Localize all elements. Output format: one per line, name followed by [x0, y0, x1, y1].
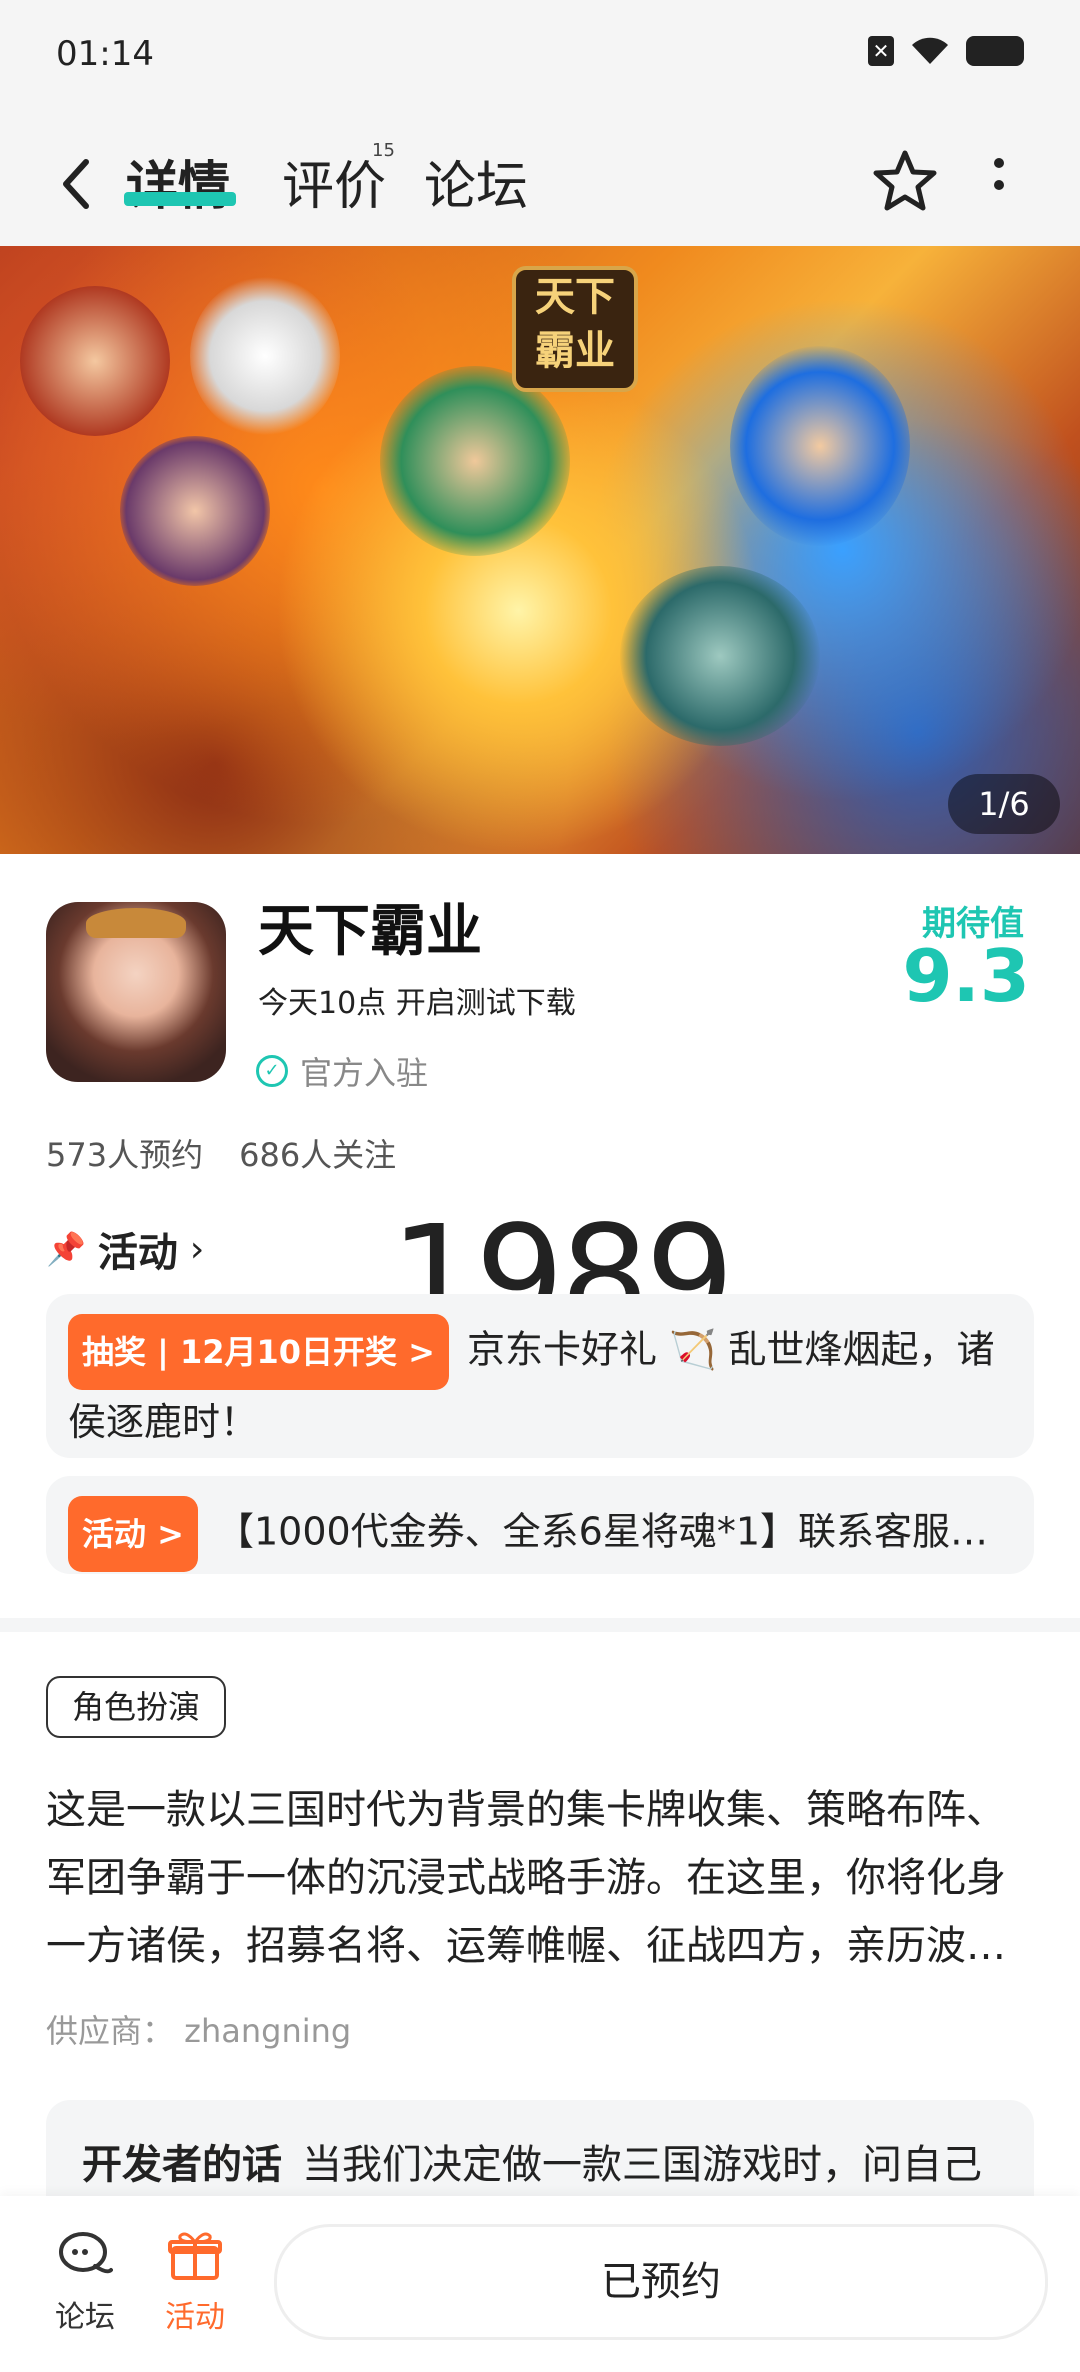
follower-count: 686人关注	[239, 1136, 397, 1174]
activity-card-content: 活动 > 【1000代金券、全系6星将魂*1】联系客服…	[68, 1496, 1012, 1572]
reserved-button[interactable]: 已预约	[274, 2224, 1048, 2340]
expectation-score: 9.3	[902, 934, 1030, 1018]
status-time: 01:14	[56, 34, 154, 74]
lottery-badge: 抽奖 | 12月10日开奖 >	[68, 1314, 449, 1390]
activity-card-text: 【1000代金券、全系6星将魂*1】联系客服…	[215, 1509, 989, 1554]
chat-bubble-icon	[40, 2230, 130, 2282]
banner-character	[620, 566, 820, 746]
genre-tag[interactable]: 角色扮演	[46, 1676, 227, 1738]
banner-character	[380, 366, 570, 556]
reviews-count-badge: 15	[372, 140, 395, 161]
tab-forum[interactable]: 论坛	[424, 144, 528, 219]
bottom-action-bar: 论坛 活动 已预约	[0, 2196, 1080, 2372]
official-label: 官方入驻	[300, 1054, 429, 1092]
status-bar: 01:14 ✕	[0, 0, 1080, 118]
favorite-star-icon[interactable]	[872, 148, 938, 214]
stats-row: 573人预约 686人关注	[46, 1130, 396, 1176]
event-badge: 活动 >	[68, 1496, 198, 1572]
verified-check-icon: ✓	[256, 1055, 288, 1087]
game-app-icon	[46, 902, 226, 1082]
reservation-count: 573人预约	[46, 1136, 204, 1174]
activity-card-event[interactable]: 活动 > 【1000代金券、全系6星将魂*1】联系客服…	[46, 1476, 1034, 1574]
banner-page-counter: 1/6	[948, 774, 1060, 834]
bottom-nav-forum[interactable]: 论坛	[40, 2230, 130, 2336]
back-icon[interactable]	[56, 156, 96, 212]
gift-icon	[150, 2230, 240, 2282]
game-title: 天下霸业	[258, 899, 482, 964]
banner-character	[120, 436, 270, 586]
header: 详情 评价 15 论坛	[0, 118, 1080, 246]
bottom-nav-activity-label: 活动	[165, 2300, 225, 2335]
game-subtitle: 今天10点 开启测试下载	[258, 986, 576, 1021]
battery-icon	[966, 36, 1024, 66]
activity-card-content: 抽奖 | 12月10日开奖 > 京东卡好礼 🏹 乱世烽烟起，诸侯逐鹿时！	[68, 1314, 1012, 1454]
game-description[interactable]: 这是一款以三国时代为背景的集卡牌收集、策略布阵、军团争霸于一体的沉浸式战略手游。…	[46, 1776, 1036, 1980]
developer-note-text: 当我们决定做一款三国游戏时，问自己	[302, 2142, 982, 2188]
wifi-icon	[910, 36, 950, 66]
banner-game-logo: 天下霸业	[512, 266, 638, 392]
official-badge: ✓ 官方入驻	[256, 1048, 428, 1094]
banner-character	[190, 276, 340, 436]
tab-details[interactable]: 详情	[126, 144, 230, 219]
banner-character	[20, 286, 170, 436]
chevron-right-icon: ›	[189, 1228, 205, 1270]
activity-heading: 活动	[97, 1230, 178, 1276]
more-menu-icon[interactable]	[984, 158, 1014, 208]
tab-active-indicator	[124, 192, 236, 206]
developer-note: 开发者的话 当我们决定做一款三国游戏时，问自己	[82, 2132, 982, 2190]
status-icons: ✕	[868, 36, 1024, 66]
developer-note-label: 开发者的话	[82, 2142, 282, 2188]
activity-section-link[interactable]: 📌 活动 ›	[46, 1220, 204, 1278]
section-divider	[0, 1618, 1080, 1632]
tab-reviews[interactable]: 评价	[282, 144, 386, 219]
bottom-nav-activity[interactable]: 活动	[150, 2230, 240, 2336]
no-sim-icon: ✕	[868, 36, 894, 66]
game-banner-image[interactable]: 天下霸业 1/6	[0, 246, 1080, 854]
supplier-info: 供应商： zhangning	[46, 2012, 352, 2050]
pin-icon: 📌	[46, 1230, 86, 1268]
bottom-nav-forum-label: 论坛	[55, 2300, 115, 2335]
banner-character	[730, 346, 910, 546]
activity-card-lottery[interactable]: 抽奖 | 12月10日开奖 > 京东卡好礼 🏹 乱世烽烟起，诸侯逐鹿时！	[46, 1294, 1034, 1458]
